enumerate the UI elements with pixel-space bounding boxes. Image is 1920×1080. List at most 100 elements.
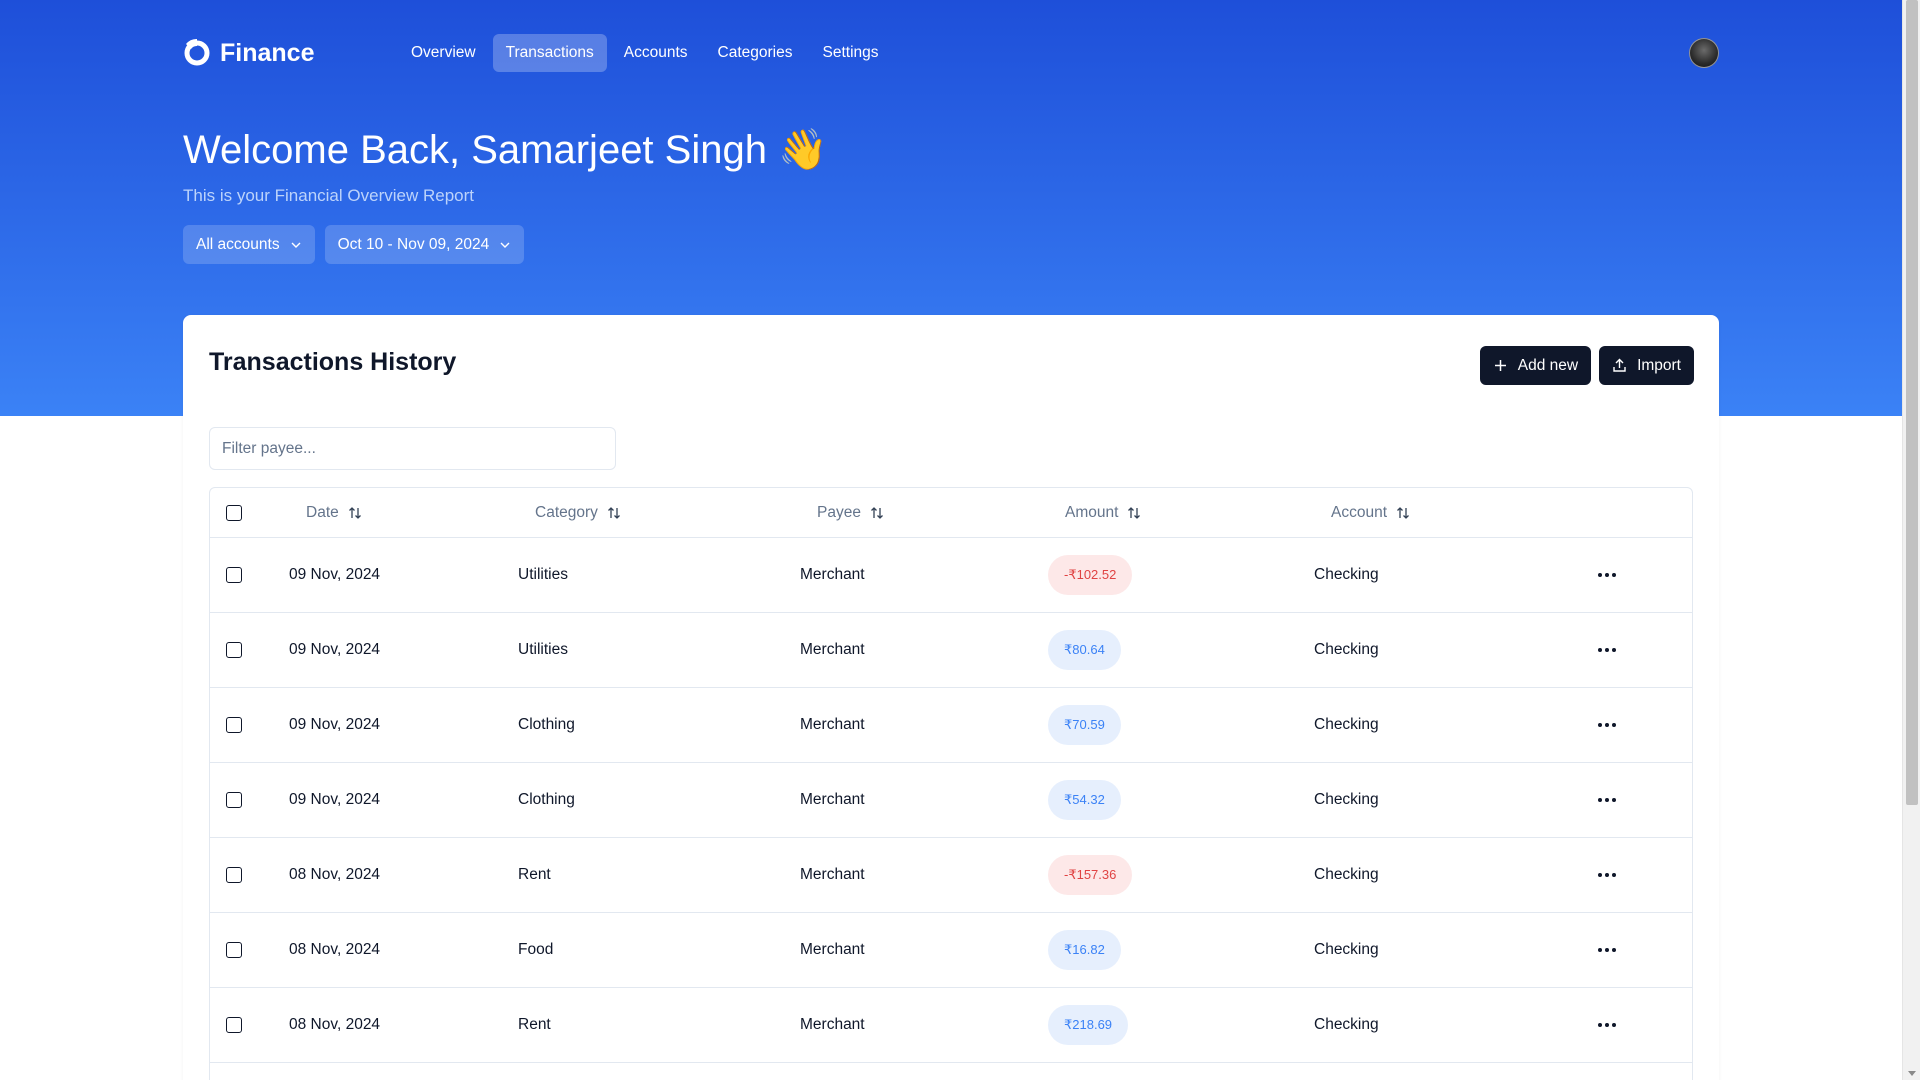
table-row: 08 Nov, 2024 Rent Merchant -₹157.36 Chec… xyxy=(210,838,1692,913)
more-horizontal-icon[interactable] xyxy=(1592,867,1622,883)
nav-menu: Overview Transactions Accounts Categorie… xyxy=(398,34,892,72)
amount-cell: ₹80.64 xyxy=(1048,613,1121,687)
chevron-down-icon xyxy=(500,242,510,248)
nav-transactions[interactable]: Transactions xyxy=(492,34,607,72)
chevron-down-icon xyxy=(291,242,301,248)
payee-column-header[interactable]: Payee xyxy=(817,504,885,522)
amount-badge: ₹16.82 xyxy=(1048,930,1121,970)
app-logo[interactable]: Finance xyxy=(183,39,398,68)
more-horizontal-icon[interactable] xyxy=(1592,567,1622,583)
card-title: Transactions History xyxy=(209,348,457,376)
row-select-cell xyxy=(226,988,242,1062)
nav-settings[interactable]: Settings xyxy=(810,34,892,72)
amount-badge: -₹157.36 xyxy=(1048,855,1133,895)
amount-header-label: Amount xyxy=(1065,503,1119,521)
account-cell: Checking xyxy=(1314,941,1379,958)
row-select-cell xyxy=(226,763,242,837)
payee-header-cell: Payee xyxy=(817,488,885,537)
more-horizontal-icon[interactable] xyxy=(1592,942,1622,958)
row-select-cell xyxy=(226,913,242,987)
date-cell: 09 Nov, 2024 xyxy=(289,791,381,808)
user-avatar[interactable] xyxy=(1689,38,1719,68)
add-new-label: Add new xyxy=(1517,356,1579,374)
more-horizontal-icon[interactable] xyxy=(1592,1017,1622,1033)
upload-icon xyxy=(1613,358,1626,372)
amount-cell: ₹16.82 xyxy=(1048,913,1121,987)
row-checkbox[interactable] xyxy=(226,567,242,583)
payee-cell: Merchant xyxy=(800,941,865,958)
row-actions-cell xyxy=(1592,838,1622,912)
table-row: 08 Nov, 2024 Food Merchant ₹16.82 Checki… xyxy=(210,913,1692,988)
payee-cell: Merchant xyxy=(800,1016,865,1033)
amount-cell: -₹102.52 xyxy=(1048,538,1133,612)
row-checkbox[interactable] xyxy=(226,942,242,958)
row-actions-cell xyxy=(1592,988,1622,1062)
row-select-cell xyxy=(226,538,242,612)
row-select-cell xyxy=(226,613,242,687)
more-horizontal-icon[interactable] xyxy=(1592,792,1622,808)
amount-badge: ₹70.59 xyxy=(1048,705,1121,745)
sort-arrows-icon xyxy=(1128,506,1141,519)
nav-accounts[interactable]: Accounts xyxy=(611,34,701,72)
account-cell: Checking xyxy=(1314,791,1379,808)
account-cell: Checking xyxy=(1314,866,1379,883)
import-button[interactable]: Import xyxy=(1599,346,1694,385)
date-cell: 09 Nov, 2024 xyxy=(289,566,381,583)
table-row: 09 Nov, 2024 Clothing Merchant ₹54.32 Ch… xyxy=(210,763,1692,838)
amount-cell: ₹218.69 xyxy=(1048,988,1129,1062)
sort-arrows-icon xyxy=(348,506,361,519)
payee-cell: Merchant xyxy=(800,791,865,808)
more-horizontal-icon[interactable] xyxy=(1592,642,1622,658)
table-header-row: Date Category Payee Amount Account xyxy=(210,488,1692,538)
sort-arrows-icon xyxy=(870,506,883,519)
category-cell: Food xyxy=(518,941,554,958)
payee-header-label: Payee xyxy=(817,503,861,521)
amount-cell: ₹70.59 xyxy=(1048,688,1121,762)
scrollbar-thumb[interactable] xyxy=(1906,0,1918,805)
date-range-label: Oct 10 - Nov 09, 2024 xyxy=(337,235,490,253)
category-header-label: Category xyxy=(535,503,598,521)
nav-overview[interactable]: Overview xyxy=(398,34,489,72)
account-cell: Checking xyxy=(1314,566,1379,583)
date-cell: 09 Nov, 2024 xyxy=(289,716,381,733)
more-horizontal-icon[interactable] xyxy=(1592,717,1622,733)
filter-payee-input[interactable] xyxy=(209,427,616,470)
row-actions-cell xyxy=(1592,913,1622,987)
category-cell: Utilities xyxy=(518,641,568,658)
category-cell: Clothing xyxy=(518,791,575,808)
account-header-cell: Account xyxy=(1331,488,1411,537)
row-actions-cell xyxy=(1592,763,1622,837)
account-header-label: Account xyxy=(1331,503,1388,521)
row-checkbox[interactable] xyxy=(226,642,242,658)
payee-cell: Merchant xyxy=(800,716,865,733)
amount-column-header[interactable]: Amount xyxy=(1065,504,1142,522)
row-checkbox[interactable] xyxy=(226,717,242,733)
row-checkbox[interactable] xyxy=(226,1017,242,1033)
amount-cell: ₹54.32 xyxy=(1048,763,1121,837)
plus-icon xyxy=(1494,360,1506,371)
transactions-table: Date Category Payee Amount Account 09 No… xyxy=(209,487,1693,1080)
amount-cell: -₹157.36 xyxy=(1048,838,1133,912)
add-new-button[interactable]: Add new xyxy=(1479,346,1592,385)
table-row: 09 Nov, 2024 Clothing Merchant ₹70.59 Ch… xyxy=(210,688,1692,763)
row-checkbox[interactable] xyxy=(226,867,242,883)
select-all-checkbox[interactable] xyxy=(226,504,242,521)
row-select-cell xyxy=(226,838,242,912)
page-scrollbar[interactable] xyxy=(1902,0,1920,1080)
finance-logo-icon xyxy=(184,39,210,66)
account-cell: Checking xyxy=(1314,716,1379,733)
scroll-down-arrow-icon[interactable] xyxy=(1908,1071,1916,1076)
date-header-label: Date xyxy=(306,503,339,521)
row-checkbox[interactable] xyxy=(226,792,242,808)
account-column-header[interactable]: Account xyxy=(1331,504,1411,522)
date-cell: 09 Nov, 2024 xyxy=(289,641,381,658)
amount-badge: ₹80.64 xyxy=(1048,630,1121,670)
date-column-header[interactable]: Date xyxy=(306,504,363,522)
account-filter-select[interactable]: All accounts xyxy=(183,225,315,264)
top-navigation: Finance Overview Transactions Accounts C… xyxy=(183,33,1719,73)
date-range-select[interactable]: Oct 10 - Nov 09, 2024 xyxy=(324,225,525,264)
nav-categories[interactable]: Categories xyxy=(705,34,806,72)
table-row: 09 Nov, 2024 Utilities Merchant -₹102.52… xyxy=(210,538,1692,613)
transactions-card: Transactions History Add new Import Date xyxy=(183,315,1719,1080)
category-column-header[interactable]: Category xyxy=(535,504,622,522)
